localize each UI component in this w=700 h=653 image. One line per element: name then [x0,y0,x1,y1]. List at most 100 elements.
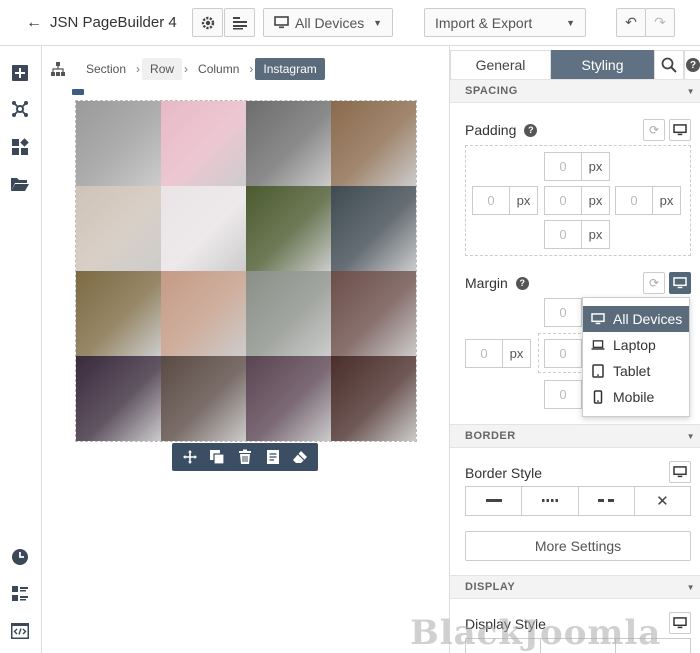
padding-right-field[interactable]: 0 px [615,186,681,215]
padding-center-field[interactable]: 0 px [544,186,610,215]
device-select[interactable]: All Devices ▼ [263,8,393,37]
breadcrumb-section[interactable]: Section [78,58,134,80]
layers-button[interactable] [10,584,30,604]
device-option-mobile[interactable]: Mobile [583,384,689,410]
chevron-right-icon: › [184,62,189,76]
delete-button[interactable] [236,448,254,466]
display-device-button[interactable] [669,612,691,634]
instagram-photo [246,356,331,441]
breadcrumb-column[interactable]: Column [190,58,247,80]
padding-left-value[interactable]: 0 [472,186,510,215]
instagram-photo [76,271,161,356]
margin-center-value[interactable]: 0 [544,339,582,368]
structure-button[interactable] [10,99,30,119]
margin-device-button[interactable] [669,272,691,294]
border-solid-button[interactable] [466,487,523,515]
instagram-photo [76,101,161,186]
element-toolbar [172,443,318,471]
padding-top-field[interactable]: 0 px [544,152,610,181]
redo-button[interactable]: ↷ [645,8,675,37]
padding-label: Padding ? [465,122,538,138]
instagram-photo [76,356,161,441]
text-align-icon [232,16,247,29]
display-section-header[interactable]: DISPLAY ▼ [450,575,700,599]
padding-top-unit[interactable]: px [582,152,610,181]
display-title: DISPLAY [465,581,516,593]
breadcrumb-row[interactable]: Row [142,58,183,80]
sections-button[interactable] [10,137,30,157]
tab-general[interactable]: General [450,50,551,79]
help-icon[interactable]: ? [524,123,538,137]
border-device-button[interactable] [669,461,691,483]
margin-top-field[interactable]: 0 [544,298,582,327]
margin-left-unit[interactable]: px [503,339,531,368]
padding-bottom-unit[interactable]: px [582,220,610,249]
padding-right-value[interactable]: 0 [615,186,653,215]
padding-reset-button[interactable]: ⟳ [643,119,665,141]
margin-left-field[interactable]: 0 px [465,339,531,368]
breadcrumb-instagram[interactable]: Instagram [255,58,325,80]
margin-left-value[interactable]: 0 [465,339,503,368]
padding-center-unit[interactable]: px [582,186,610,215]
padding-top-value[interactable]: 0 [544,152,582,181]
padding-bottom-value[interactable]: 0 [544,220,582,249]
border-section-header[interactable]: BORDER ▼ [450,424,700,448]
help-icon[interactable]: ? [515,276,529,290]
instagram-photo [331,271,416,356]
dashed-line-icon [598,499,615,502]
monitor-icon [673,617,687,629]
import-export-select[interactable]: Import & Export ▼ [424,8,586,37]
caret-down-icon: ▼ [686,86,695,96]
padding-right-unit[interactable]: px [653,186,681,215]
spacing-title: SPACING [465,85,518,97]
settings-button[interactable] [192,8,223,37]
move-button[interactable] [181,448,199,466]
border-dotted-button[interactable] [522,487,579,515]
margin-top-value[interactable]: 0 [544,298,582,327]
photo-grid [76,101,416,441]
watermark-logo: BlackJoomla [410,613,662,653]
save-element-button[interactable] [264,448,282,466]
margin-bottom-value[interactable]: 0 [544,380,582,409]
duplicate-button[interactable] [208,448,226,466]
chevron-right-icon: › [249,62,254,76]
instagram-photo [161,271,246,356]
padding-left-unit[interactable]: px [510,186,538,215]
border-none-button[interactable]: ✕ [635,487,690,515]
undo-button[interactable]: ↶ [616,8,646,37]
arrow-left-icon: ← [26,13,42,31]
redo-icon: ↷ [654,14,666,30]
clear-style-button[interactable] [291,448,309,466]
breadcrumb: Section › Row › Column › Instagram [42,46,448,92]
dotted-line-icon [541,499,558,502]
more-settings-button[interactable]: More Settings [465,531,691,561]
spacing-section-header[interactable]: SPACING ▼ [450,79,700,103]
search-icon [661,57,677,73]
custom-code-button[interactable] [10,621,30,641]
padding-bottom-field[interactable]: 0 px [544,220,610,249]
device-option-tablet[interactable]: Tablet [583,358,689,384]
device-option-label: Laptop [613,337,656,353]
help-tab-button[interactable]: ? [684,50,700,79]
device-option-all[interactable]: All Devices [583,306,689,332]
search-tab-button[interactable] [654,50,684,79]
margin-center-field[interactable]: 0 [544,339,582,368]
tab-styling[interactable]: Styling [551,50,654,79]
templates-button[interactable] [10,174,30,194]
left-sidebar [0,46,42,653]
back-link[interactable]: ← JSN PageBuilder 4 [26,14,177,32]
network-icon [12,101,28,117]
margin-reset-button[interactable]: ⟳ [643,272,665,294]
monitor-icon [591,312,605,326]
padding-device-button[interactable] [669,119,691,141]
page-content-button[interactable] [224,8,255,37]
instagram-element[interactable] [75,100,417,442]
margin-bottom-field[interactable]: 0 [544,380,582,409]
add-element-button[interactable] [10,63,30,83]
border-dashed-button[interactable] [579,487,635,515]
device-option-laptop[interactable]: Laptop [583,332,689,358]
chevron-right-icon: › [136,62,141,76]
history-button[interactable] [10,547,30,567]
padding-center-value[interactable]: 0 [544,186,582,215]
padding-left-field[interactable]: 0 px [472,186,538,215]
